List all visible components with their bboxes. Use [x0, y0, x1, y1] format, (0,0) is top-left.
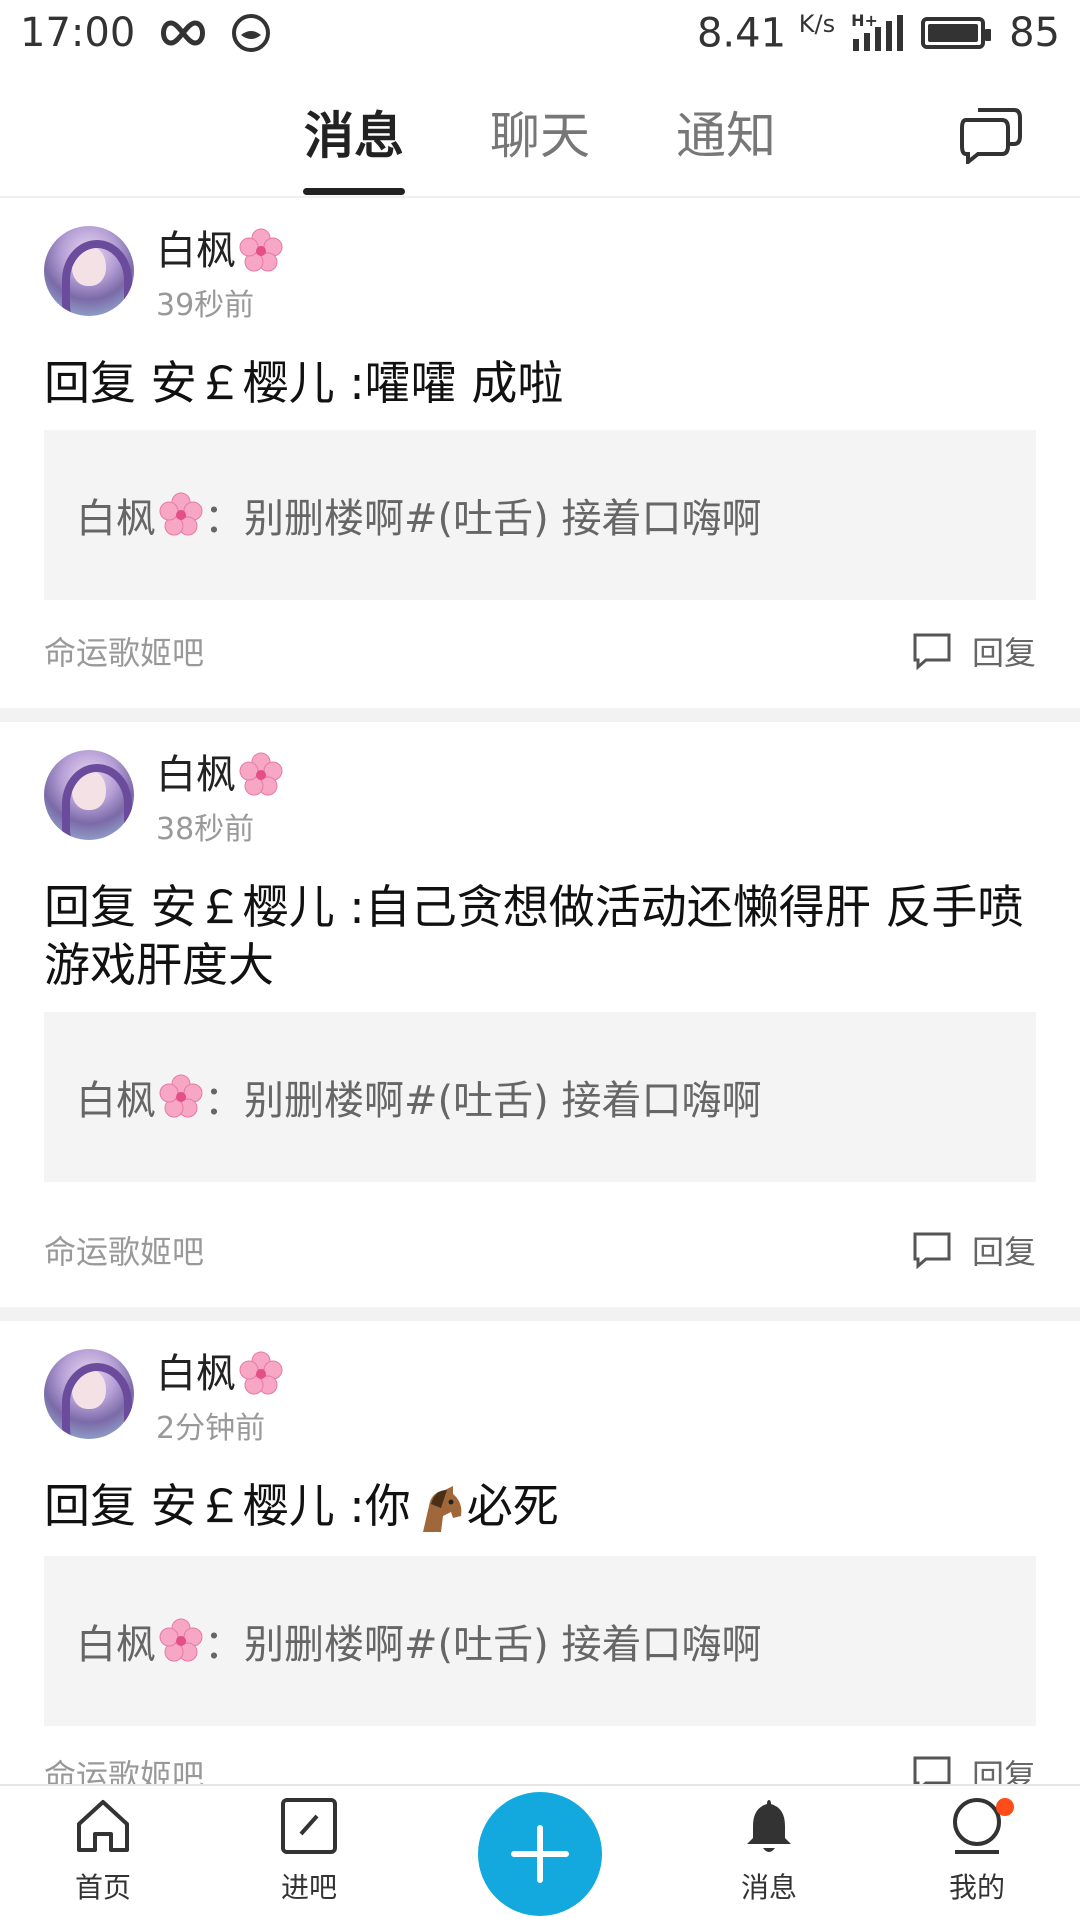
active-tab-indicator	[303, 188, 405, 195]
timestamp: 39秒前	[156, 288, 255, 323]
edit-square-icon	[281, 1798, 337, 1854]
chat-bubbles-icon[interactable]	[958, 104, 1024, 164]
avatar[interactable]	[44, 1349, 134, 1439]
app-status-icon	[232, 14, 271, 52]
reply-text[interactable]: 回复 安￡樱儿 :嚯嚯 成啦	[44, 354, 1036, 412]
clock: 17:00	[20, 10, 136, 56]
nav-me[interactable]: 我的	[912, 1794, 1042, 1906]
nav-home[interactable]: 首页	[38, 1794, 168, 1906]
avatar[interactable]	[44, 750, 134, 840]
nav-messages[interactable]: 消息	[704, 1794, 834, 1906]
signal-icon: H+	[851, 11, 905, 53]
bottom-nav: 首页 进吧 消息 我的	[0, 1784, 1080, 1920]
list-item[interactable]: 白枫 39秒前 回复 安￡樱儿 :嚯嚯 成啦 白枫 ：别删楼啊#(吐舌) 接着口…	[0, 198, 1080, 708]
reply-button[interactable]: 回复	[912, 1227, 1036, 1273]
battery-icon	[921, 16, 992, 49]
cherry-blossom-icon	[159, 1618, 203, 1661]
battery-level: 85	[1009, 9, 1060, 56]
timestamp: 38秒前	[156, 812, 255, 847]
list-item[interactable]: 白枫 38秒前 回复 安￡樱儿 :自己贪想做活动还懒得肝 反手喷游戏肝度大 白枫…	[0, 722, 1080, 1307]
avatar[interactable]	[44, 226, 134, 316]
horse-emoji-icon	[422, 1485, 462, 1532]
tab-notifications[interactable]: 通知	[676, 96, 776, 168]
message-tabs: 消息 聊天 通知	[0, 66, 1080, 198]
infinity-icon	[161, 20, 206, 46]
network-speed: 8.41 K/s	[696, 9, 836, 57]
comment-icon	[913, 633, 951, 670]
notification-dot	[996, 1798, 1014, 1816]
comment-icon	[913, 1756, 951, 1784]
timestamp: 2分钟前	[156, 1411, 266, 1446]
reply-button[interactable]: 回复	[912, 628, 1036, 674]
cherry-blossom-icon	[239, 1351, 283, 1395]
cherry-blossom-icon	[239, 228, 283, 272]
reply-button[interactable]: 回复	[912, 1751, 1036, 1784]
reply-text[interactable]: 回复 安￡樱儿 :你 必死	[44, 1477, 1036, 1538]
username[interactable]: 白枫	[156, 750, 284, 800]
nav-forums[interactable]: 进吧	[244, 1794, 374, 1906]
message-feed: 白枫 39秒前 回复 安￡樱儿 :嚯嚯 成啦 白枫 ：别删楼啊#(吐舌) 接着口…	[0, 198, 1080, 1784]
bell-icon	[747, 1800, 791, 1852]
quoted-post[interactable]: 白枫 ：别删楼啊#(吐舌) 接着口嗨啊	[44, 430, 1036, 600]
tab-chat[interactable]: 聊天	[490, 96, 590, 168]
quoted-post[interactable]: 白枫 ：别删楼啊#(吐舌) 接着口嗨啊	[44, 1555, 1036, 1726]
cherry-blossom-icon	[159, 1074, 203, 1118]
forum-name[interactable]: 命运歌姬吧	[44, 1751, 204, 1784]
create-post-button[interactable]	[478, 1792, 602, 1916]
forum-name[interactable]: 命运歌姬吧	[44, 1227, 204, 1273]
cherry-blossom-icon	[239, 752, 283, 796]
quoted-post[interactable]: 白枫 ：别删楼啊#(吐舌) 接着口嗨啊	[44, 1012, 1036, 1182]
list-item[interactable]: 白枫 2分钟前 回复 安￡樱儿 :你 必死 白枫 ：别删楼啊#(吐舌) 接着口嗨啊…	[0, 1321, 1080, 1784]
forum-name[interactable]: 命运歌姬吧	[44, 628, 204, 674]
username[interactable]: 白枫	[156, 1349, 284, 1399]
tab-messages[interactable]: 消息	[304, 96, 404, 168]
home-icon	[77, 1800, 129, 1852]
plus-icon	[511, 1825, 569, 1883]
reply-text[interactable]: 回复 安￡樱儿 :自己贪想做活动还懒得肝 反手喷游戏肝度大	[44, 878, 1036, 994]
status-bar: 17:00 8.41 K/s H+ 85	[0, 0, 1080, 66]
cherry-blossom-icon	[159, 492, 203, 536]
username[interactable]: 白枫	[156, 226, 284, 276]
comment-icon	[913, 1232, 951, 1269]
